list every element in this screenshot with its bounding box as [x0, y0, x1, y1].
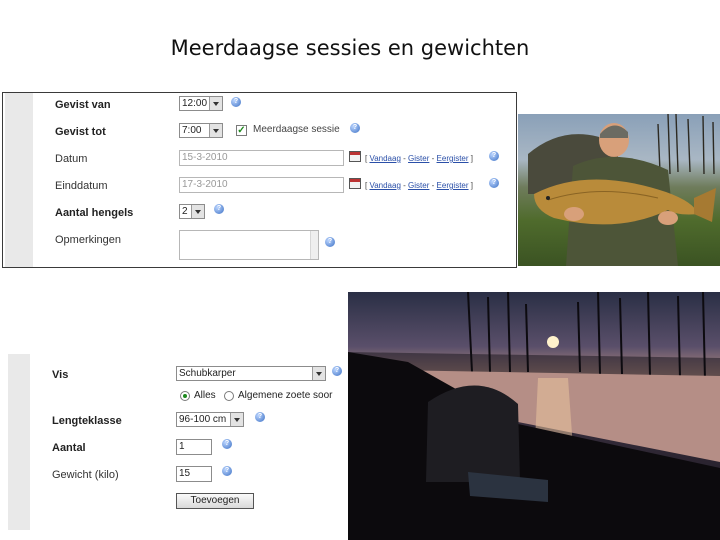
- help-icon[interactable]: ?: [231, 97, 241, 107]
- link-eergister[interactable]: Eergister: [437, 154, 469, 163]
- gevist-tot-select[interactable]: 7:00: [179, 123, 223, 138]
- canal-sunset-photo: [348, 292, 720, 540]
- aantal-label: Aantal: [52, 442, 86, 454]
- calendar-icon[interactable]: [349, 151, 361, 162]
- einddatum-input[interactable]: 17-3-2010: [179, 177, 344, 193]
- meerdaagse-sessie-checkbox[interactable]: ✓: [236, 125, 247, 136]
- radio-algemene-zoete-soorten[interactable]: [224, 391, 234, 401]
- help-icon[interactable]: ?: [489, 178, 499, 188]
- opmerkingen-textarea[interactable]: [179, 230, 319, 260]
- meerdaagse-sessie-label: Meerdaagse sessie: [253, 124, 340, 135]
- lengteklasse-label: Lengteklasse: [52, 415, 122, 427]
- slide-title: Meerdaagse sessies en gewichten: [170, 36, 530, 60]
- bracket-open: [: [365, 154, 368, 163]
- einddatum-shortcut-links: [ Vandaag - Gister - Eergister ]: [365, 181, 473, 190]
- bracket-close: ]: [470, 181, 474, 190]
- canal-sunset-illustration: [348, 292, 720, 540]
- form-left-strip: [8, 354, 30, 530]
- gevist-van-label: Gevist van: [55, 99, 111, 111]
- help-icon[interactable]: ?: [214, 204, 224, 214]
- link-vandaag[interactable]: Vandaag: [369, 181, 400, 190]
- angler-carp-photo: [518, 114, 720, 266]
- bracket-open: [: [365, 181, 368, 190]
- einddatum-label: Einddatum: [55, 180, 108, 192]
- chevron-down-icon: [312, 367, 325, 380]
- link-separator: -: [431, 181, 435, 190]
- link-gister[interactable]: Gister: [408, 154, 429, 163]
- chevron-down-icon: [209, 97, 222, 110]
- datum-input[interactable]: 15-3-2010: [179, 150, 344, 166]
- calendar-icon[interactable]: [349, 178, 361, 189]
- help-icon[interactable]: ?: [222, 466, 232, 476]
- link-separator: -: [431, 154, 435, 163]
- opmerkingen-label: Opmerkingen: [55, 234, 122, 246]
- gewicht-label: Gewicht (kilo): [52, 469, 119, 481]
- link-eergister[interactable]: Eergister: [437, 181, 469, 190]
- help-icon[interactable]: ?: [489, 151, 499, 161]
- gevist-van-value: 12:00: [182, 98, 208, 109]
- link-gister[interactable]: Gister: [408, 181, 429, 190]
- link-vandaag[interactable]: Vandaag: [369, 154, 400, 163]
- gevist-van-select[interactable]: 12:00: [179, 96, 223, 111]
- lengteklasse-select[interactable]: 96-100 cm: [176, 412, 244, 427]
- aantal-hengels-value: 2: [182, 206, 188, 217]
- session-form-panel: Gevist van 12:00 ? Gevist tot 7:00 ✓ Mee…: [2, 92, 517, 268]
- angler-carp-illustration: [528, 114, 716, 266]
- textarea-scrollbar[interactable]: [310, 231, 318, 259]
- bracket-close: ]: [470, 154, 474, 163]
- aantal-input[interactable]: 1: [176, 439, 212, 455]
- help-icon[interactable]: ?: [332, 366, 342, 376]
- help-icon[interactable]: ?: [255, 412, 265, 422]
- help-icon[interactable]: ?: [350, 123, 360, 133]
- radio-algemene-label: Algemene zoete soor: [238, 390, 333, 401]
- toevoegen-button[interactable]: Toevoegen: [176, 493, 254, 509]
- vis-value: Schubkarper: [179, 368, 236, 379]
- datum-label: Datum: [55, 153, 88, 165]
- gevist-tot-label: Gevist tot: [55, 126, 106, 138]
- catch-form-panel: Vis Schubkarper ? Alles Algemene zoete s…: [8, 354, 348, 530]
- lengteklasse-value: 96-100 cm: [179, 414, 227, 425]
- radio-alles[interactable]: [180, 391, 190, 401]
- datum-shortcut-links: [ Vandaag - Gister - Eergister ]: [365, 154, 473, 163]
- aantal-hengels-label: Aantal hengels: [55, 207, 134, 219]
- link-separator: -: [403, 181, 406, 190]
- aantal-hengels-select[interactable]: 2: [179, 204, 205, 219]
- vis-select[interactable]: Schubkarper: [176, 366, 326, 381]
- chevron-down-icon: [209, 124, 222, 137]
- help-icon[interactable]: ?: [325, 237, 335, 247]
- help-icon[interactable]: ?: [222, 439, 232, 449]
- vis-label: Vis: [52, 369, 69, 381]
- link-separator: -: [403, 154, 406, 163]
- gevist-tot-value: 7:00: [182, 125, 202, 136]
- gewicht-input[interactable]: 15: [176, 466, 212, 482]
- chevron-down-icon: [191, 205, 204, 218]
- chevron-down-icon: [230, 413, 243, 426]
- form-left-strip: [5, 93, 33, 267]
- radio-alles-label: Alles: [194, 390, 216, 401]
